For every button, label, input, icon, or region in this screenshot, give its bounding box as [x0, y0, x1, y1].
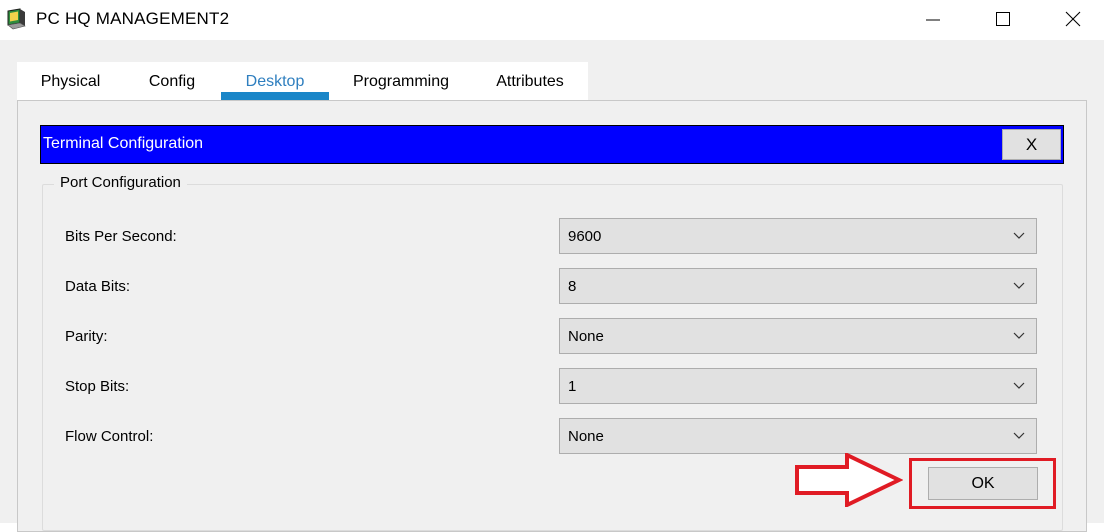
parity-select[interactable]: None — [559, 318, 1037, 354]
data-bits-value: 8 — [568, 278, 577, 295]
chevron-down-icon — [1013, 382, 1025, 389]
bits-per-second-select[interactable]: 9600 — [559, 218, 1037, 254]
tab-physical[interactable]: Physical — [17, 62, 124, 100]
flow-control-label: Flow Control: — [65, 428, 154, 445]
chevron-down-icon — [1013, 432, 1025, 439]
tab-programming[interactable]: Programming — [330, 62, 472, 100]
stop-bits-label: Stop Bits: — [65, 378, 130, 395]
title-bar: PC HQ MANAGEMENT2 — [0, 0, 1104, 40]
close-icon — [1065, 11, 1081, 27]
flow-control-select[interactable]: None — [559, 418, 1037, 454]
data-bits-label: Data Bits: — [65, 278, 131, 295]
data-bits-select[interactable]: 8 — [559, 268, 1037, 304]
chevron-down-icon — [1013, 232, 1025, 239]
maximize-icon — [996, 12, 1010, 26]
parity-label: Parity: — [65, 328, 108, 345]
window-title: PC HQ MANAGEMENT2 — [36, 9, 230, 28]
stop-bits-select[interactable]: 1 — [559, 368, 1037, 404]
chevron-down-icon — [1013, 332, 1025, 339]
minimize-button[interactable] — [898, 0, 968, 38]
tab-attributes[interactable]: Attributes — [472, 62, 588, 100]
maximize-button[interactable] — [968, 0, 1038, 38]
bits-per-second-label: Bits Per Second: — [65, 228, 177, 245]
chevron-down-icon — [1013, 282, 1025, 289]
port-configuration-legend: Port Configuration — [54, 174, 187, 191]
terminal-config-header: Terminal Configuration X — [40, 125, 1064, 164]
active-tab-indicator — [221, 92, 329, 100]
tab-config[interactable]: Config — [124, 62, 220, 100]
parity-value: None — [568, 328, 604, 345]
stop-bits-value: 1 — [568, 378, 577, 395]
annotation-highlight-box — [909, 458, 1056, 509]
flow-control-value: None — [568, 428, 604, 445]
close-window-button[interactable] — [1038, 0, 1104, 38]
minimize-icon — [926, 19, 940, 21]
annotation-arrow-icon — [795, 453, 903, 507]
packet-tracer-pc-icon — [7, 8, 26, 30]
dialog-close-button[interactable]: X — [1002, 129, 1061, 160]
bits-per-second-value: 9600 — [568, 228, 602, 245]
dialog-title: Terminal Configuration — [43, 135, 204, 152]
